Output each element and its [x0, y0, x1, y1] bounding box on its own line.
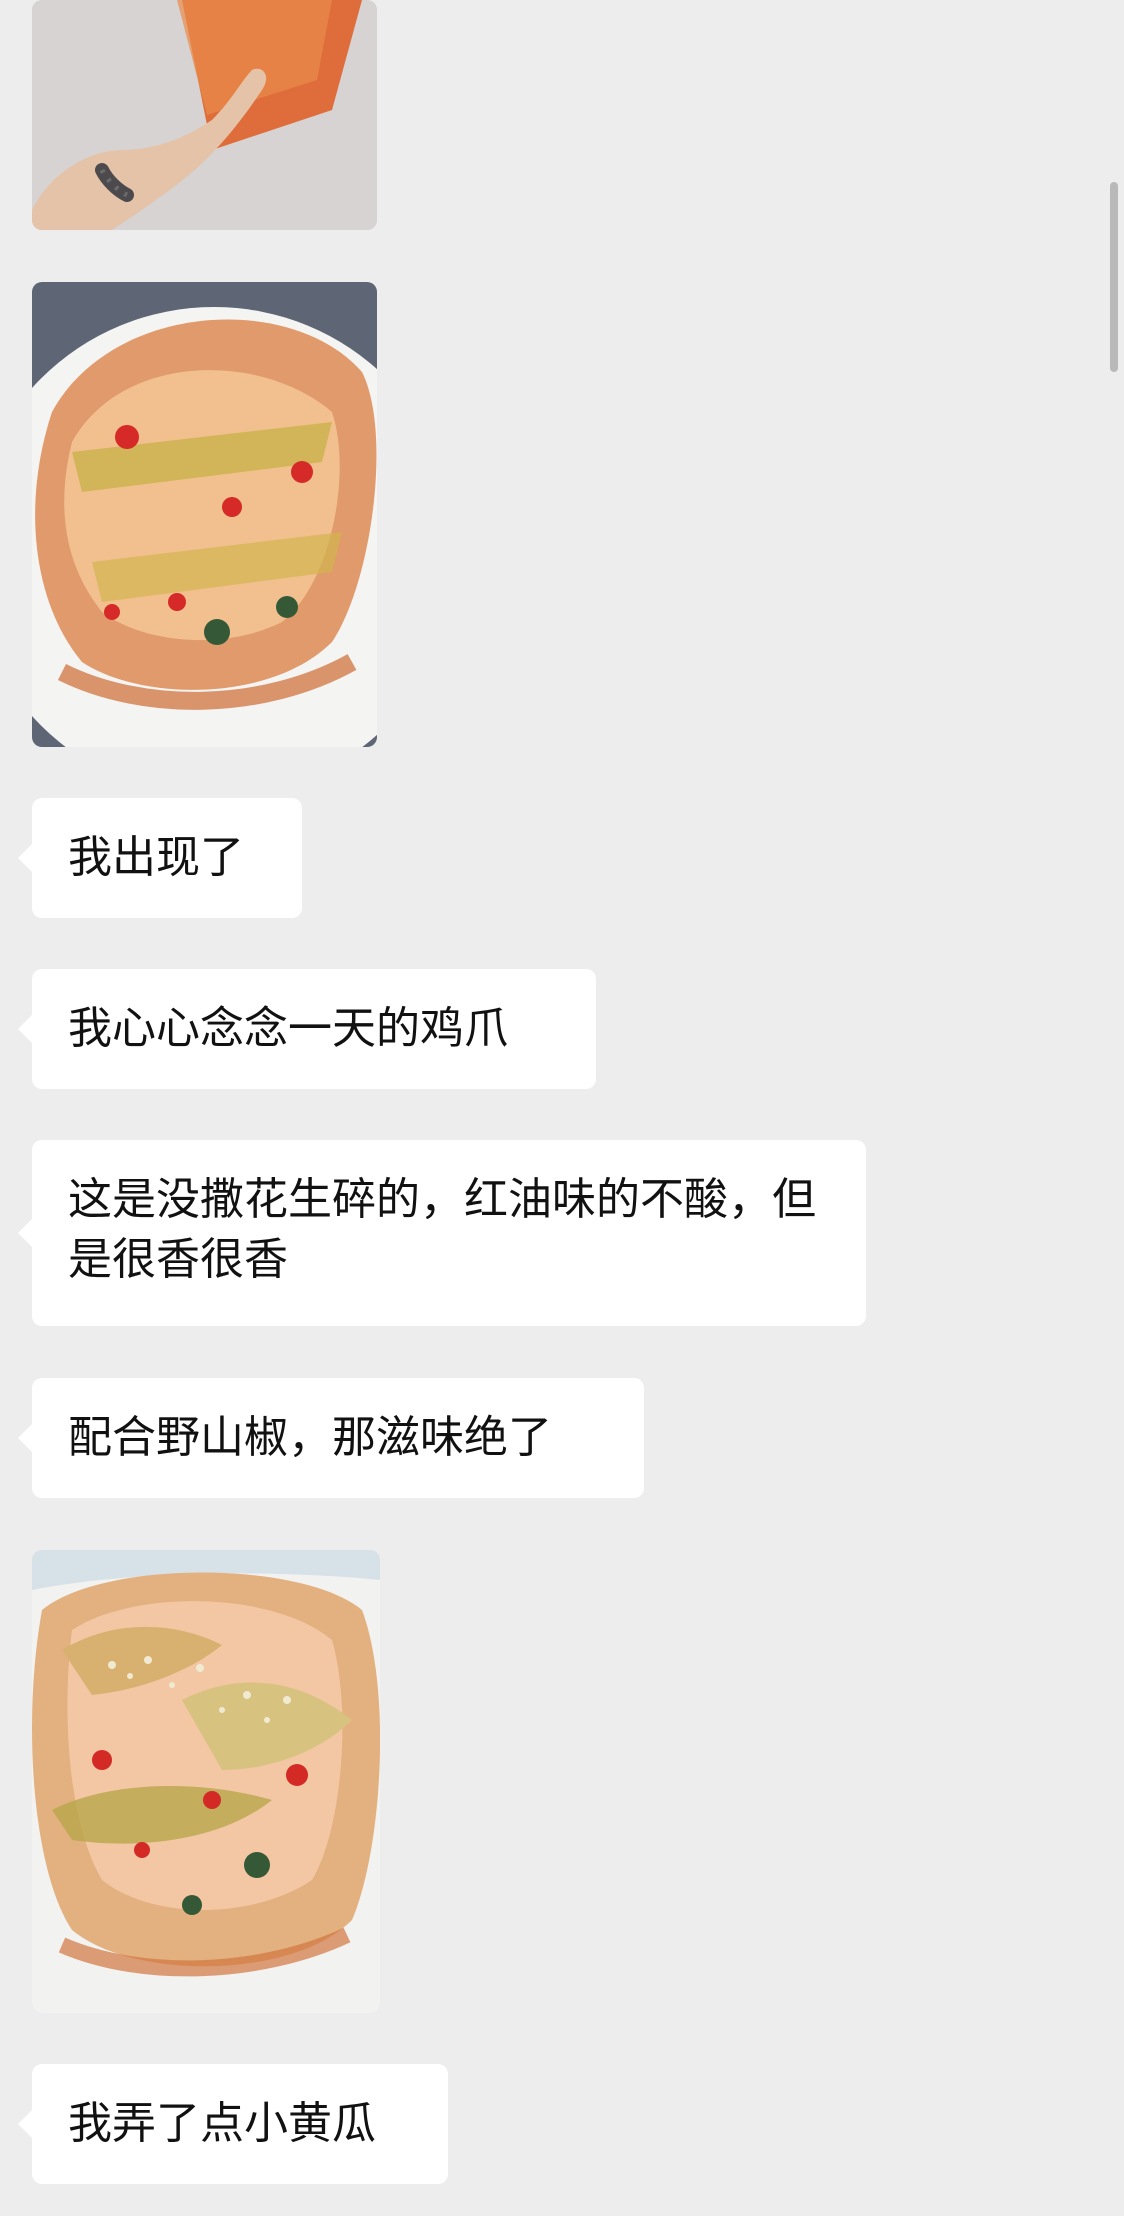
image-message-hand-holding-bag[interactable]	[32, 0, 377, 230]
chicken-feet-dish-photo	[32, 282, 377, 747]
chicken-feet-with-peanuts-photo	[32, 1550, 380, 2013]
chat-message-list[interactable]: 我出现了 我心心念念一天的鸡爪 这是没撒花生碎的，红油味的不酸，但是很香很香 配…	[0, 0, 1124, 2216]
message-text: 我弄了点小黄瓜	[68, 2098, 376, 2149]
message-text: 配合野山椒，那滋味绝了	[68, 1412, 552, 1463]
hand-holding-bag-photo	[32, 0, 377, 230]
message-text: 我心心念念一天的鸡爪	[68, 1003, 508, 1054]
message-text: 这是没撒花生碎的，红油味的不酸，但是很香很香	[68, 1174, 816, 1285]
text-message-bubble[interactable]: 我弄了点小黄瓜	[18, 2064, 448, 2184]
scrollbar[interactable]	[1110, 182, 1118, 372]
text-message-bubble[interactable]: 我心心念念一天的鸡爪	[18, 969, 596, 1089]
text-message-bubble[interactable]: 我出现了	[18, 798, 302, 918]
message-text: 我出现了	[68, 832, 244, 883]
text-message-bubble[interactable]: 配合野山椒，那滋味绝了	[18, 1378, 644, 1498]
text-message-bubble[interactable]: 这是没撒花生碎的，红油味的不酸，但是很香很香	[18, 1140, 866, 1326]
image-message-chicken-feet-dish[interactable]	[32, 282, 377, 747]
image-message-chicken-feet-with-peanuts[interactable]	[32, 1550, 380, 2013]
